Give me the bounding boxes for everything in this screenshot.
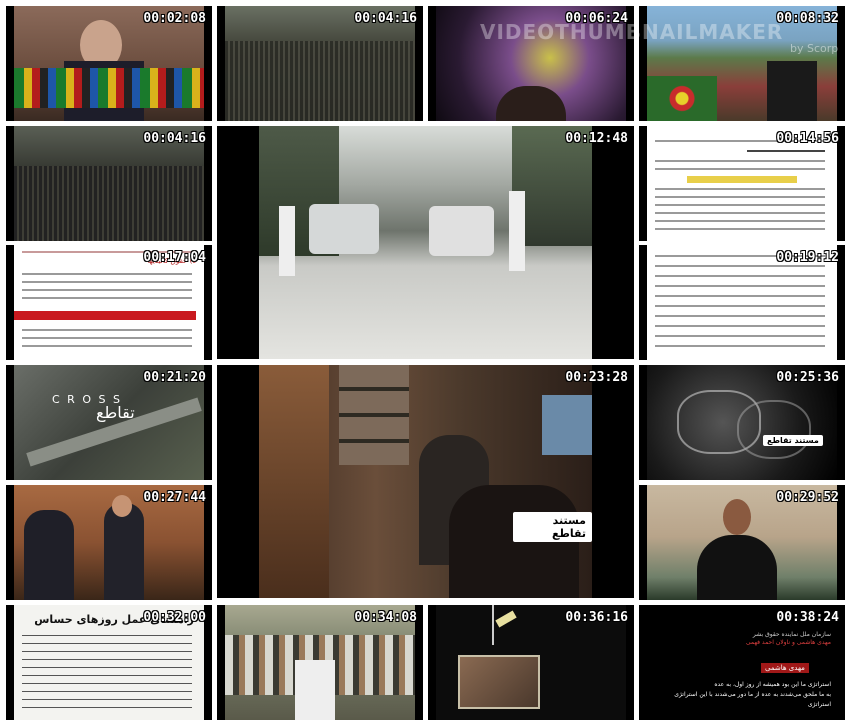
thumbnail-15[interactable]: راهنمای عمل روزهای حساس 00:32:00 xyxy=(6,605,212,720)
thumbnail-5[interactable]: 00:04:16 xyxy=(6,126,212,241)
thumbnail-9[interactable]: 00:19:12 xyxy=(639,245,845,360)
caption-label: مستند تقاطع xyxy=(513,512,592,542)
watermark-title: VIDEOTHUMBNAILMAKER xyxy=(480,20,784,44)
timestamp: 00:29:52 xyxy=(776,490,839,505)
timestamp: 00:12:48 xyxy=(565,131,628,146)
timestamp: 00:25:36 xyxy=(776,370,839,385)
watermark-subtitle: by Scorp xyxy=(790,42,839,55)
thumbnail-16[interactable]: 00:34:08 xyxy=(217,605,423,720)
timestamp: 00:17:04 xyxy=(143,250,206,265)
thumbnail-6[interactable]: 00:12:48 xyxy=(217,126,634,359)
thumbnail-7[interactable]: 00:14:56 xyxy=(639,126,845,241)
bottom-text: استراتژی ما این بود همیشه از روز اول، به… xyxy=(714,681,831,688)
timestamp: 00:38:24 xyxy=(776,610,839,625)
speaker-name: مهدی هاشمی xyxy=(761,663,809,673)
top-text: سازمان ملل نماینده حقوق بشر xyxy=(752,631,831,638)
timestamp: 00:32:00 xyxy=(143,610,206,625)
timestamp: 00:19:12 xyxy=(776,250,839,265)
thumbnail-2[interactable]: 00:04:16 xyxy=(217,6,423,121)
timestamp: 00:34:08 xyxy=(354,610,417,625)
timestamp: 00:23:28 xyxy=(565,370,628,385)
top-text: مهدی هاشمی و ناولان احمد فهمی xyxy=(745,639,831,646)
timestamp: 00:21:20 xyxy=(143,370,206,385)
thumbnail-1[interactable]: 00:02:08 xyxy=(6,6,212,121)
thumbnail-8[interactable]: ه) حقوق کالیدیها 00:17:04 xyxy=(6,245,212,360)
thumbnail-17[interactable]: 00:36:16 xyxy=(428,605,634,720)
timestamp: 00:04:16 xyxy=(143,131,206,146)
thumbnail-18[interactable]: سازمان ملل نماینده حقوق بشر مهدی هاشمی و… xyxy=(639,605,845,720)
bottom-text: استراتژی xyxy=(807,701,831,708)
timestamp: 00:02:08 xyxy=(143,11,206,26)
caption-label: مستند تقاطع xyxy=(763,435,823,446)
timestamp: 00:14:56 xyxy=(776,131,839,146)
timestamp: 00:08:32 xyxy=(776,11,839,26)
thumbnail-10[interactable]: C R O S S تقاطع 00:21:20 xyxy=(6,365,212,480)
timestamp: 00:36:16 xyxy=(565,610,628,625)
timestamp: 00:27:44 xyxy=(143,490,206,505)
timestamp: 00:04:16 xyxy=(354,11,417,26)
cross-roads-farsi: تقاطع xyxy=(96,403,135,422)
thumbnail-11[interactable]: مستند تقاطع 00:23:28 xyxy=(217,365,634,598)
bottom-text: به ما ملحق می‌شدند به عده از ما دور می‌ش… xyxy=(674,691,831,698)
thumbnail-14[interactable]: 00:29:52 xyxy=(639,485,845,600)
thumbnail-12[interactable]: مستند تقاطع 00:25:36 xyxy=(639,365,845,480)
thumbnail-13[interactable]: 00:27:44 xyxy=(6,485,212,600)
